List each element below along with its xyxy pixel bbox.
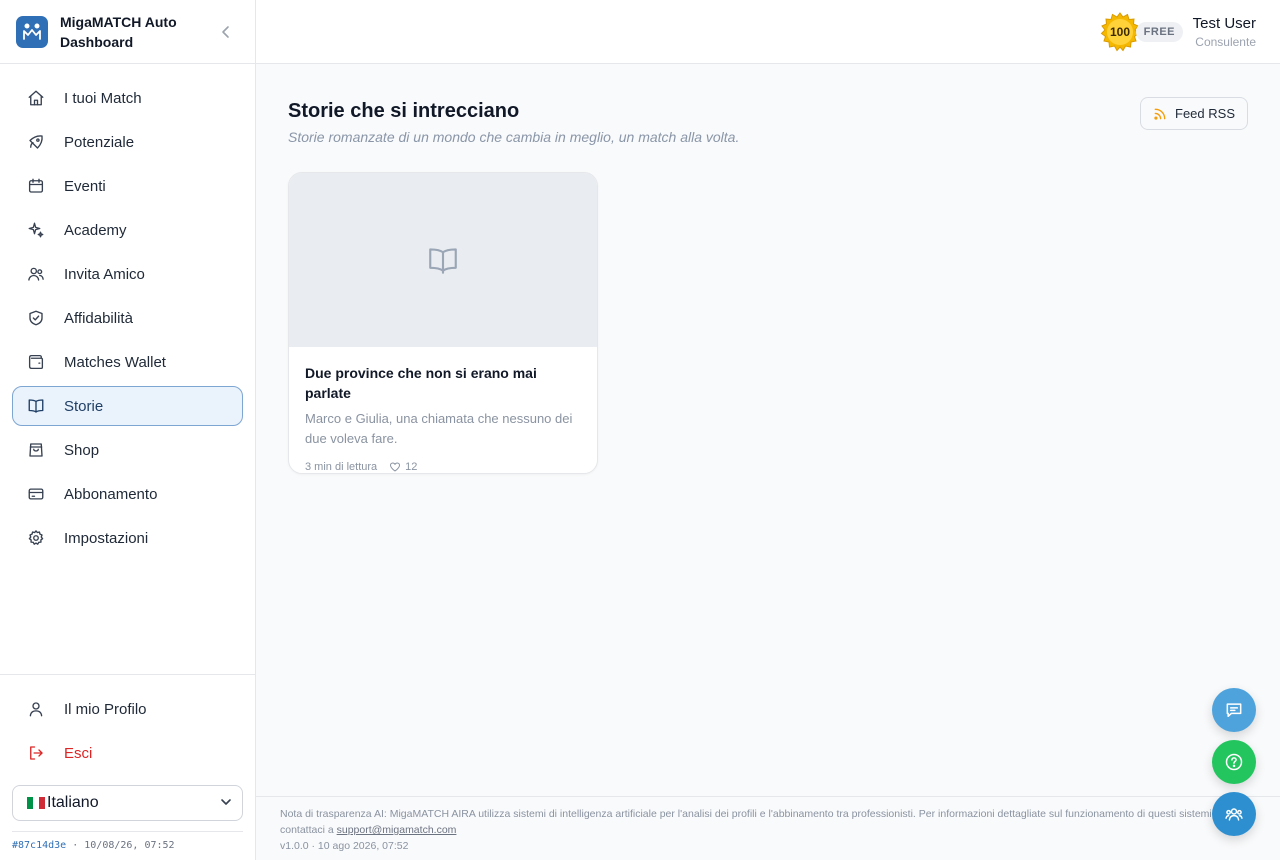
sidebar: MigaMATCH Auto Dashboard I tuoi Match Po… bbox=[0, 0, 256, 860]
nav-item-label: Storie bbox=[64, 397, 104, 415]
sparkles-icon bbox=[26, 220, 46, 240]
nav-item-potenziale[interactable]: Potenziale bbox=[12, 122, 243, 162]
user-name: Test User bbox=[1192, 15, 1256, 32]
user-icon bbox=[26, 699, 46, 719]
user-menu[interactable]: Test User Consulente bbox=[1193, 14, 1256, 50]
team-button[interactable] bbox=[1212, 792, 1256, 836]
nav-item-matches-wallet[interactable]: Matches Wallet bbox=[12, 342, 243, 382]
nav-item-label: Shop bbox=[64, 441, 100, 459]
score-badge[interactable]: 100 bbox=[1100, 12, 1140, 52]
rss-icon bbox=[1153, 107, 1167, 121]
build-timestamp: · 10/08/26, 07:52 bbox=[72, 840, 175, 851]
story-cover bbox=[289, 173, 597, 347]
help-circle-icon bbox=[1225, 753, 1243, 771]
nav-item-label: Il mio Profilo bbox=[64, 700, 147, 718]
story-card-body: Due province che non si erano mai parlat… bbox=[289, 347, 597, 473]
build-hash: #87c14d3e bbox=[12, 840, 67, 851]
nav-item-impostazioni[interactable]: Impostazioni bbox=[12, 518, 243, 558]
app-version: v1.0.0 · 10 ago 2026, 07:52 bbox=[280, 840, 409, 852]
nav-item-label: Abbonamento bbox=[64, 485, 158, 503]
build-info: #87c14d3e · 10/08/26, 07:52 bbox=[12, 831, 243, 851]
logout-label: Esci bbox=[64, 744, 93, 762]
logout-icon bbox=[26, 743, 46, 763]
collapse-sidebar-button[interactable] bbox=[217, 22, 235, 42]
shield-check-icon bbox=[26, 308, 46, 328]
language-select[interactable]: Italiano bbox=[12, 785, 243, 821]
rss-feed-label: Feed RSS bbox=[1175, 106, 1235, 121]
sidebar-bottom: Il mio Profilo Esci Italiano #87c14d3e ·… bbox=[0, 674, 255, 860]
shopping-bag-icon bbox=[26, 440, 46, 460]
brand-header: MigaMATCH Auto Dashboard bbox=[0, 0, 255, 64]
italy-flag-icon bbox=[27, 797, 45, 809]
story-card[interactable]: Due province che non si erano mai parlat… bbox=[288, 172, 598, 474]
top-header: 100 FREE Test User Consulente bbox=[256, 0, 1280, 64]
language-selected-value: Italiano bbox=[47, 794, 99, 811]
story-meta: 3 min di lettura 12 bbox=[305, 461, 581, 473]
help-button[interactable] bbox=[1212, 740, 1256, 784]
story-like-count: 12 bbox=[405, 461, 418, 473]
credit-card-icon bbox=[26, 484, 46, 504]
brand-logo-icon[interactable] bbox=[16, 15, 48, 48]
chevron-left-icon bbox=[222, 26, 229, 38]
nav-item-label: Matches Wallet bbox=[64, 353, 166, 371]
footer: Nota di trasparenza AI: MigaMATCH AIRA u… bbox=[256, 796, 1280, 860]
support-email-link[interactable]: support@migamatch.com bbox=[337, 824, 457, 836]
nav-item-affidabilita[interactable]: Affidabilità bbox=[12, 298, 243, 338]
nav-item-shop[interactable]: Shop bbox=[12, 430, 243, 470]
brand-title: MigaMATCH Auto Dashboard bbox=[60, 13, 177, 50]
main-nav: I tuoi Match Potenziale Eventi Academy I… bbox=[0, 64, 255, 558]
nav-item-storie[interactable]: Storie bbox=[12, 386, 243, 426]
heart-icon bbox=[390, 462, 401, 472]
story-title: Due province che non si erano mai parlat… bbox=[305, 365, 537, 401]
gear-icon bbox=[26, 528, 46, 548]
rss-feed-button[interactable]: Feed RSS bbox=[1140, 97, 1248, 130]
nav-item-label: Potenziale bbox=[64, 133, 135, 151]
story-likes[interactable]: 12 bbox=[389, 461, 417, 473]
nav-item-label: I tuoi Match bbox=[64, 89, 142, 107]
book-open-icon bbox=[429, 248, 457, 274]
nav-item-label: Academy bbox=[64, 221, 127, 239]
nav-item-label: Eventi bbox=[64, 177, 106, 195]
user-role: Consulente bbox=[1195, 35, 1256, 49]
contact-prefix: contattaci a bbox=[280, 824, 337, 836]
story-read-time: 3 min di lettura bbox=[305, 461, 378, 473]
nav-item-label: Impostazioni bbox=[64, 529, 149, 547]
nav-item-profile[interactable]: Il mio Profilo bbox=[12, 689, 243, 729]
chat-icon bbox=[1226, 703, 1242, 717]
page-subtitle: Storie romanzate di un mondo che cambia … bbox=[288, 129, 740, 145]
ai-transparency-note: Nota di trasparenza AI: MigaMATCH AIRA u… bbox=[280, 808, 1215, 820]
nav-item-label: Affidabilità bbox=[64, 309, 133, 327]
contact-line: contattaci a support@migamatch.com bbox=[280, 822, 1256, 838]
nav-item-label: Invita Amico bbox=[64, 265, 145, 283]
chat-button[interactable] bbox=[1212, 688, 1256, 732]
team-icon bbox=[1225, 808, 1243, 821]
nav-item-invita-amico[interactable]: Invita Amico bbox=[12, 254, 243, 294]
nav-item-abbonamento[interactable]: Abbonamento bbox=[12, 474, 243, 514]
plan-badge: FREE bbox=[1135, 22, 1183, 42]
book-open-icon bbox=[26, 396, 46, 416]
main-content: Storie che si intrecciano Storie romanza… bbox=[256, 64, 1280, 796]
nav-item-i-tuoi-match[interactable]: I tuoi Match bbox=[12, 78, 243, 118]
logout-button[interactable]: Esci bbox=[12, 733, 243, 773]
story-excerpt: Marco e Giulia, una chiamata che nessuno… bbox=[305, 411, 573, 446]
nav-item-eventi[interactable]: Eventi bbox=[12, 166, 243, 206]
rocket-icon bbox=[26, 132, 46, 152]
home-icon bbox=[26, 88, 46, 108]
score-value: 100 bbox=[1109, 25, 1131, 39]
nav-item-academy[interactable]: Academy bbox=[12, 210, 243, 250]
users-icon bbox=[26, 264, 46, 284]
wallet-icon bbox=[26, 352, 46, 372]
calendar-icon bbox=[26, 176, 46, 196]
chevron-down-icon bbox=[221, 799, 231, 805]
page-title: Storie che si intrecciano bbox=[288, 100, 520, 122]
